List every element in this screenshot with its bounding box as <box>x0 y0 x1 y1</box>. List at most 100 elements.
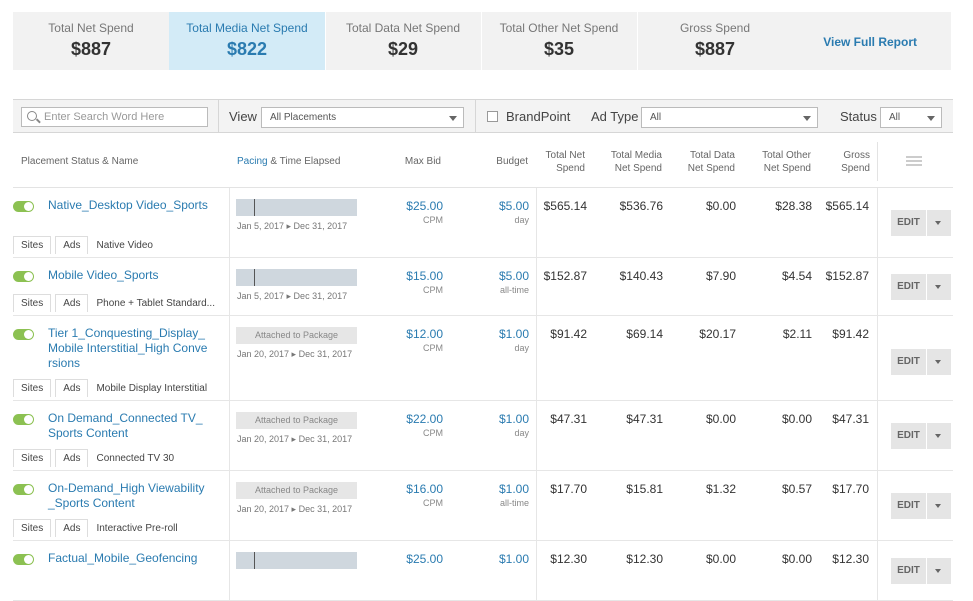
other-net-spend: $28.38 <box>775 199 812 213</box>
col-pacing[interactable]: Pacing & Time Elapsed <box>237 155 340 168</box>
list-options-icon[interactable] <box>906 156 922 166</box>
metric-other-net[interactable]: Total Other Net Spend $35 <box>481 12 637 70</box>
divider <box>229 471 230 540</box>
other-net-spend: $0.00 <box>781 412 812 426</box>
metric-label: Total Media Net Spend <box>186 21 308 35</box>
status-label: Status <box>840 109 877 124</box>
placement-tabs: Sites Ads Phone + Tablet Standard... <box>13 294 216 312</box>
max-bid[interactable]: $12.00 CPM <box>383 327 443 353</box>
metric-gross[interactable]: Gross Spend $887 <box>637 12 793 70</box>
tab-ads[interactable]: Ads <box>55 236 89 254</box>
edit-menu-chevron-icon[interactable] <box>927 423 951 449</box>
edit-button[interactable]: EDIT <box>891 274 927 300</box>
gross-spend: $17.70 <box>832 482 869 496</box>
col-placement-name[interactable]: Placement Status & Name <box>21 155 138 168</box>
gross-spend: $12.30 <box>832 552 869 566</box>
status-toggle[interactable] <box>13 554 34 565</box>
search-input[interactable]: Enter Search Word Here <box>21 107 208 127</box>
col-budget[interactable]: Budget <box>465 155 528 168</box>
metric-label: Total Net Spend <box>48 21 134 35</box>
col-label-line: Total Other <box>762 150 811 161</box>
col-label-line: Total Media <box>610 150 662 161</box>
max-bid[interactable]: $22.00 CPM <box>383 412 443 438</box>
budget-value: $5.00 <box>498 269 529 283</box>
placement-name-link[interactable]: Factual_Mobile_Geofencing <box>48 551 208 566</box>
tab-ads[interactable]: Ads <box>55 519 89 537</box>
placement-name-link[interactable]: Mobile Video_Sports <box>48 268 208 283</box>
tab-sites[interactable]: Sites <box>13 449 52 467</box>
status-toggle[interactable] <box>13 201 34 212</box>
data-net-spend: $0.00 <box>705 199 736 213</box>
max-bid[interactable]: $25.00 <box>383 552 443 568</box>
time-elapsed-marker <box>254 199 255 216</box>
col-gross[interactable]: Gross Spend <box>828 149 870 175</box>
budget[interactable]: $1.00 all-time <box>465 482 529 508</box>
budget[interactable]: $1.00 <box>465 552 529 568</box>
data-net-spend: $0.00 <box>705 552 736 566</box>
budget[interactable]: $1.00 day <box>465 327 529 353</box>
max-bid[interactable]: $15.00 CPM <box>383 269 443 295</box>
view-select[interactable]: All Placements <box>261 107 464 128</box>
metric-label: Gross Spend <box>679 21 751 35</box>
col-media-net[interactable]: Total Media Net Spend <box>605 149 662 175</box>
tab-ads[interactable]: Ads <box>55 379 89 397</box>
edit-menu-chevron-icon[interactable] <box>927 349 951 375</box>
placement-name-link[interactable]: On Demand_Connected TV_Sports Content <box>48 411 208 441</box>
tab-sites[interactable]: Sites <box>13 519 52 537</box>
tab-ads[interactable]: Ads <box>55 449 89 467</box>
metric-total-net[interactable]: Total Net Spend $887 <box>13 12 169 70</box>
tab-sites[interactable]: Sites <box>13 379 52 397</box>
col-data-net[interactable]: Total Data Net Spend <box>678 149 735 175</box>
edit-menu-chevron-icon[interactable] <box>927 274 951 300</box>
placement-name-link[interactable]: Native_Desktop Video_Sports <box>48 198 208 213</box>
view-full-report-link[interactable]: View Full Report <box>823 35 917 49</box>
col-max-bid[interactable]: Max Bid <box>383 155 441 168</box>
edit-menu-chevron-icon[interactable] <box>927 493 951 519</box>
max-bid[interactable]: $16.00 CPM <box>383 482 443 508</box>
budget[interactable]: $1.00 day <box>465 412 529 438</box>
edit-button[interactable]: EDIT <box>891 423 927 449</box>
max-bid-unit: CPM <box>423 343 443 353</box>
metric-value: $35 <box>543 39 575 59</box>
status-toggle[interactable] <box>13 271 34 282</box>
total-net-spend: $91.42 <box>550 327 587 341</box>
ad-format-label: Phone + Tablet Standard... <box>96 297 215 309</box>
placement-name-link[interactable]: Tier 1_Conquesting_Display_Mobile Inters… <box>48 326 208 371</box>
col-other-net[interactable]: Total Other Net Spend <box>753 149 811 175</box>
col-total-net[interactable]: Total Net Spend <box>535 149 585 175</box>
budget-value: $1.00 <box>498 552 529 566</box>
edit-button-group: EDIT <box>891 558 951 584</box>
status-select[interactable]: All <box>880 107 942 128</box>
gross-spend: $565.14 <box>825 199 869 213</box>
tab-ads[interactable]: Ads <box>55 294 89 312</box>
table-row: On-Demand_High Viewability_Sports Conten… <box>13 471 953 541</box>
placement-name-link[interactable]: On-Demand_High Viewability_Sports Conten… <box>48 481 208 511</box>
col-pacing-link[interactable]: Pacing <box>237 156 268 167</box>
edit-menu-chevron-icon[interactable] <box>927 558 951 584</box>
max-bid[interactable]: $25.00 CPM <box>383 199 443 225</box>
budget[interactable]: $5.00 all-time <box>465 269 529 295</box>
tab-sites[interactable]: Sites <box>13 294 52 312</box>
col-label-line: Spend <box>556 163 585 174</box>
media-net-spend: $47.31 <box>626 412 663 426</box>
brandpoint-checkbox[interactable] <box>487 111 498 122</box>
status-toggle[interactable] <box>13 484 34 495</box>
edit-button[interactable]: EDIT <box>891 349 927 375</box>
tab-sites[interactable]: Sites <box>13 236 52 254</box>
status-toggle[interactable] <box>13 329 34 340</box>
budget[interactable]: $5.00 day <box>465 199 529 225</box>
flight-dates: Jan 5, 2017 ▸ Dec 31, 2017 <box>237 291 348 301</box>
edit-button[interactable]: EDIT <box>891 210 927 236</box>
table-header: Placement Status & Name Pacing & Time El… <box>13 136 953 188</box>
edit-menu-chevron-icon[interactable] <box>927 210 951 236</box>
metric-data-net[interactable]: Total Data Net Spend $29 <box>325 12 481 70</box>
status-toggle[interactable] <box>13 414 34 425</box>
col-label-line: Net Spend <box>763 163 811 174</box>
divider <box>877 401 878 470</box>
placement-tabs: Sites Ads Native Video <box>13 236 216 254</box>
adtype-select[interactable]: All <box>641 107 818 128</box>
budget-value: $1.00 <box>498 482 529 496</box>
edit-button[interactable]: EDIT <box>891 558 927 584</box>
edit-button[interactable]: EDIT <box>891 493 927 519</box>
metric-media-net[interactable]: Total Media Net Spend $822 <box>169 12 325 70</box>
